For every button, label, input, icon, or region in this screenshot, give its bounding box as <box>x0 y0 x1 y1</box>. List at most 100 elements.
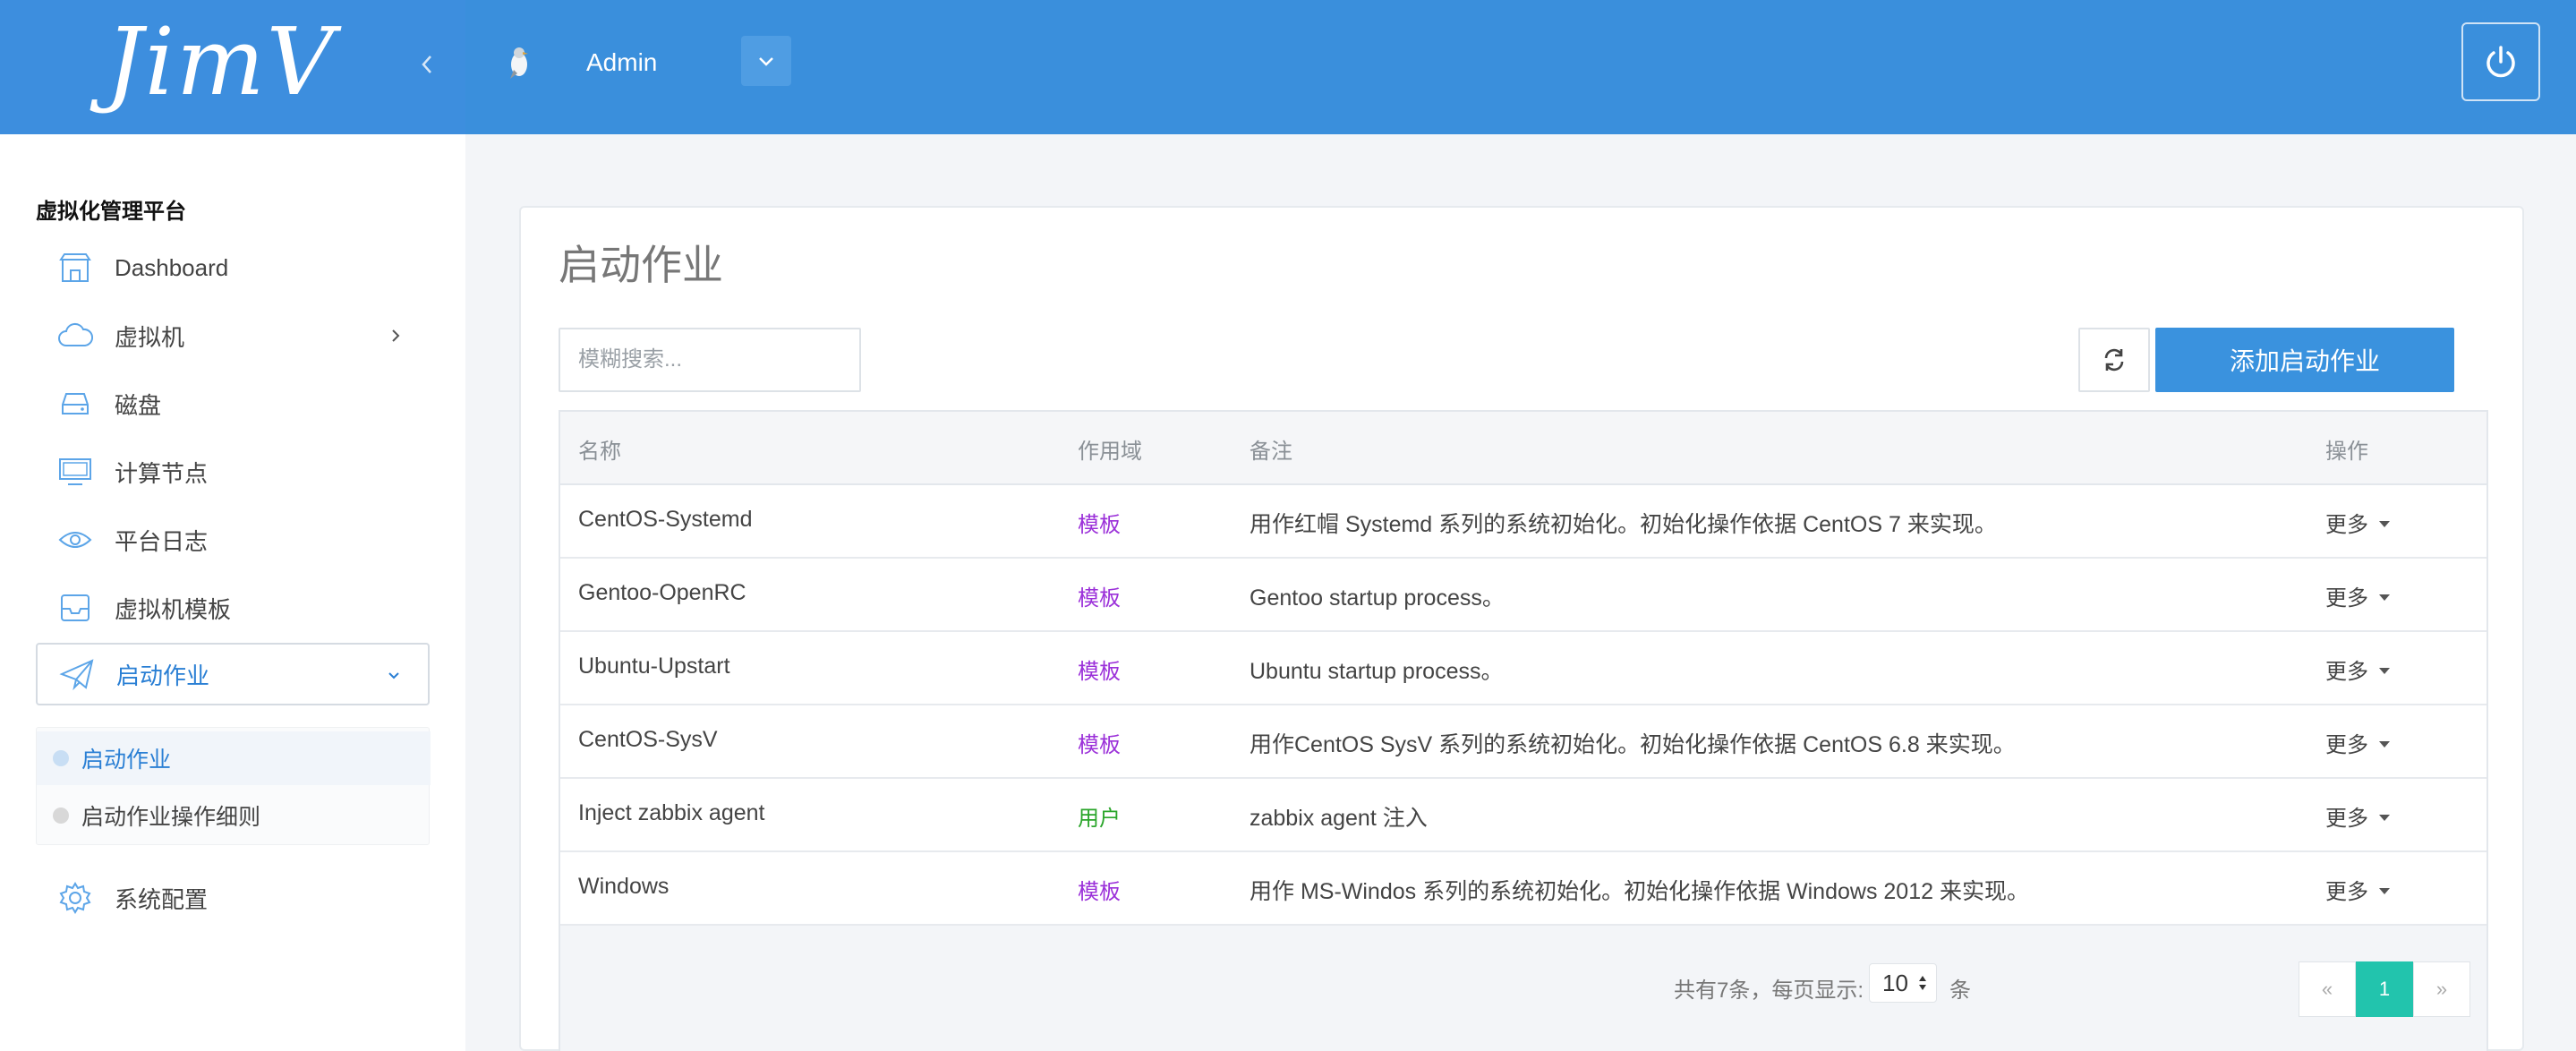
gear-icon <box>55 878 95 918</box>
column-header-scope[interactable]: 作用域 <box>1078 433 1142 465</box>
table-row: Windows 模板 用作 MS-Windos 系列的系统初始化。初始化操作依据… <box>560 852 2486 926</box>
more-label: 更多 <box>2325 807 2368 831</box>
refresh-button[interactable] <box>2078 328 2150 392</box>
table-row: Ubuntu-Upstart 模板 Ubuntu startup process… <box>560 632 2486 705</box>
sidebar-item-label: 计算节点 <box>115 459 209 487</box>
sidebar-item-system-config[interactable]: 系统配置 <box>36 867 430 929</box>
row-scope: 模板 <box>1078 513 1121 537</box>
row-name: Gentoo-OpenRC <box>578 580 746 605</box>
total-count-text: 共有7条，每页显示: <box>1674 978 1864 1003</box>
bird-avatar-icon <box>510 47 528 79</box>
pager-next-button[interactable]: » <box>2413 961 2470 1017</box>
submenu-item-label: 启动作业操作细则 <box>81 805 261 830</box>
sidebar-item-label: 磁盘 <box>115 391 162 419</box>
submenu-item-boot-jobs[interactable]: 启动作业 <box>37 731 431 785</box>
more-label: 更多 <box>2325 880 2368 904</box>
sidebar-item-boot-jobs[interactable]: 启动作业 <box>36 643 430 705</box>
sidebar-item-label: 虚拟机模板 <box>115 595 232 623</box>
sidebar-item-vm-templates[interactable]: 虚拟机模板 <box>36 577 430 639</box>
chevron-right-icon <box>392 329 400 342</box>
row-name: CentOS-Systemd <box>578 507 753 532</box>
page-title: 启动作业 <box>559 242 723 288</box>
row-more-button[interactable]: 更多 <box>2325 874 2390 905</box>
table-row: CentOS-Systemd 模板 用作红帽 Systemd 系列的系统初始化。… <box>560 485 2486 559</box>
row-more-button[interactable]: 更多 <box>2325 800 2390 832</box>
row-note: 用作红帽 Systemd 系列的系统初始化。初始化操作依据 CentOS 7 来… <box>1250 512 1997 537</box>
brand-area: JimV <box>0 0 465 134</box>
row-name: Ubuntu-Upstart <box>578 654 730 679</box>
eye-icon <box>55 520 95 560</box>
user-name[interactable]: Admin <box>586 45 657 81</box>
add-boot-job-button[interactable]: 添加启动作业 <box>2155 328 2454 392</box>
row-more-button[interactable]: 更多 <box>2325 580 2390 611</box>
caret-down-icon <box>2379 521 2390 527</box>
caret-down-icon <box>2379 741 2390 748</box>
pager-page-button[interactable]: 1 <box>2356 961 2413 1017</box>
row-name: Inject zabbix agent <box>578 800 765 825</box>
table-header: 名称 作用域 备注 操作 <box>560 412 2486 485</box>
sidebar-item-label: 启动作业 <box>116 662 210 689</box>
table-row: Inject zabbix agent 用户 zabbix agent 注入 更… <box>560 779 2486 852</box>
table-row: Gentoo-OpenRC 模板 Gentoo startup process。… <box>560 559 2486 632</box>
monitor-icon <box>55 452 95 491</box>
sidebar-item-label: 平台日志 <box>115 527 209 555</box>
row-note: Ubuntu startup process。 <box>1250 659 1504 684</box>
row-note: Gentoo startup process。 <box>1250 585 1505 611</box>
column-header-note[interactable]: 备注 <box>1250 433 1292 465</box>
submenu-item-label: 启动作业 <box>81 748 172 773</box>
row-scope: 模板 <box>1078 733 1121 757</box>
bullet-dot-icon <box>53 750 69 766</box>
caret-down-icon <box>2379 888 2390 894</box>
caret-down-icon <box>2379 815 2390 821</box>
row-note: 用作 MS-Windos 系列的系统初始化。初始化操作依据 Windows 20… <box>1250 879 2029 904</box>
sidebar-item-label: 虚拟机 <box>115 323 185 351</box>
user-menu-toggle[interactable] <box>741 36 791 86</box>
spinner-arrows-icon <box>1919 976 1926 990</box>
page-size-unit: 条 <box>1949 978 1971 1003</box>
row-more-button[interactable]: 更多 <box>2325 654 2390 685</box>
app-logo: JimV <box>106 7 336 116</box>
row-more-button[interactable]: 更多 <box>2325 507 2390 538</box>
page-size-value: 10 <box>1882 969 1908 996</box>
pager-prev-button[interactable]: « <box>2299 961 2356 1017</box>
search-input[interactable] <box>559 328 861 392</box>
caret-down-icon <box>2379 668 2390 674</box>
top-bar: JimV Admin <box>0 0 2576 134</box>
column-header-name[interactable]: 名称 <box>578 433 621 465</box>
sidebar-item-dashboard[interactable]: Dashboard <box>36 236 430 299</box>
chevron-down-icon <box>759 57 773 66</box>
chevron-down-icon <box>388 672 399 679</box>
more-label: 更多 <box>2325 660 2368 684</box>
sidebar-collapse-button[interactable] <box>414 47 440 88</box>
sidebar-item-vms[interactable]: 虚拟机 <box>36 304 430 367</box>
caret-down-icon <box>2379 594 2390 601</box>
boot-jobs-table: 名称 作用域 备注 操作 CentOS-Systemd 模板 用作红帽 Syst… <box>559 410 2488 1051</box>
row-scope: 模板 <box>1078 880 1121 904</box>
user-avatar[interactable] <box>501 43 537 82</box>
sidebar-item-compute-nodes[interactable]: 计算节点 <box>36 440 430 503</box>
row-scope: 模板 <box>1078 660 1121 684</box>
store-icon <box>55 248 95 287</box>
cloud-icon <box>55 316 95 355</box>
boot-jobs-panel: 启动作业 添加启动作业 名称 作用域 备注 操作 CentOS-Systemd … <box>519 206 2524 1051</box>
row-scope: 模板 <box>1078 586 1121 611</box>
row-more-button[interactable]: 更多 <box>2325 727 2390 758</box>
disk-icon <box>55 384 95 423</box>
boot-jobs-submenu: 启动作业 启动作业操作细则 <box>36 727 431 845</box>
sidebar: 虚拟化管理平台 Dashboard 虚拟机 磁盘 计算节点 平台日志 虚拟机模板… <box>0 134 465 1051</box>
logout-button[interactable] <box>2461 22 2540 101</box>
inbox-icon <box>55 588 95 628</box>
sidebar-item-disks[interactable]: 磁盘 <box>36 372 430 435</box>
table-row: CentOS-SysV 模板 用作CentOS SysV 系列的系统初始化。初始… <box>560 705 2486 779</box>
more-label: 更多 <box>2325 513 2368 537</box>
sidebar-item-platform-logs[interactable]: 平台日志 <box>36 508 430 571</box>
refresh-icon <box>2104 348 2124 372</box>
power-icon <box>2486 46 2515 78</box>
sidebar-heading: 虚拟化管理平台 <box>36 200 186 224</box>
sidebar-item-label: Dashboard <box>115 253 229 281</box>
row-name: CentOS-SysV <box>578 727 718 752</box>
row-name: Windows <box>578 874 670 899</box>
page-size-select[interactable]: 10 <box>1869 963 1937 1003</box>
submenu-item-boot-job-details[interactable]: 启动作业操作细则 <box>37 789 431 842</box>
sidebar-item-label: 系统配置 <box>115 885 209 913</box>
